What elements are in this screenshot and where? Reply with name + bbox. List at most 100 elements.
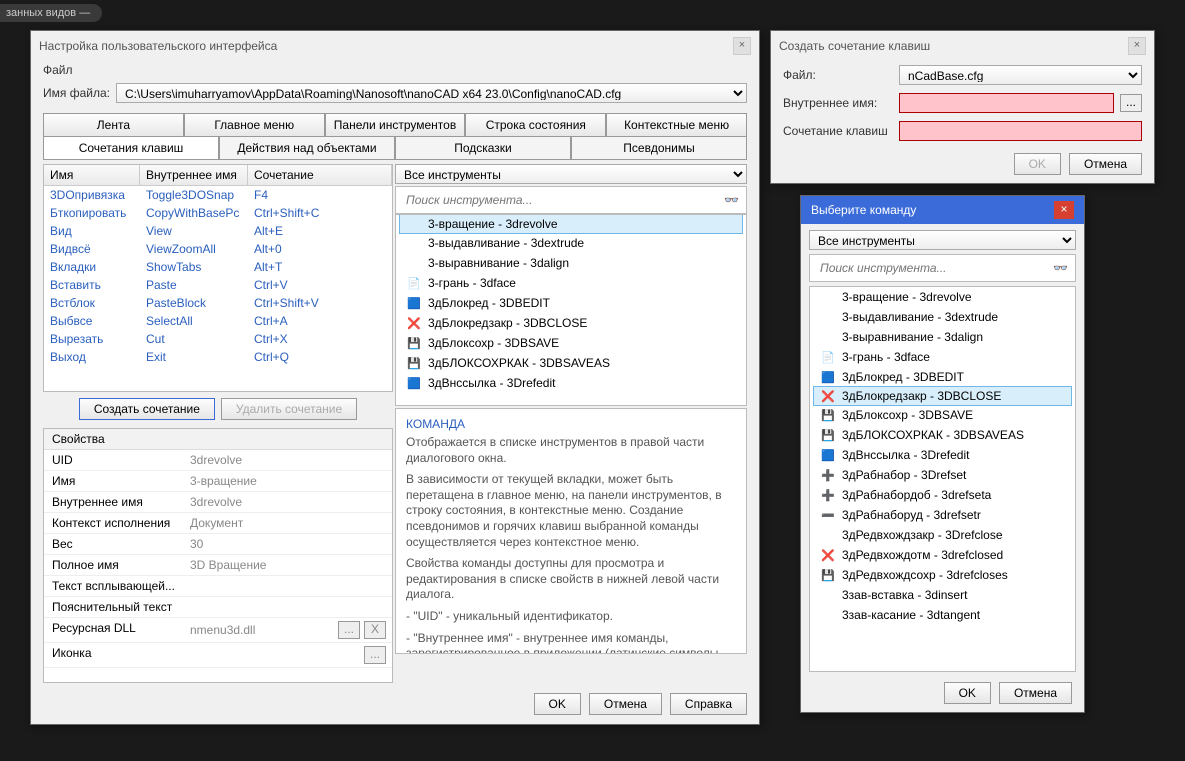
tool-search-input[interactable] [402,190,718,210]
tool-item[interactable]: 3-вращение - 3drevolve [399,214,743,234]
command-item[interactable]: 3дРедвхождзакр - 3Drefclose [810,525,1075,545]
internal-name-input[interactable] [899,93,1114,113]
close-icon[interactable]: × [1128,37,1146,55]
shortcut-row[interactable]: ВырезатьCutCtrl+X [44,330,392,348]
cancel-button[interactable]: Отмена [589,693,662,715]
tool-item[interactable]: 💾3дБЛОКСОХРКАК - 3DBSAVEAS [396,353,746,373]
property-row[interactable]: Иконка... [44,643,392,668]
command-item[interactable]: 💾3дБлоксохр - 3DBSAVE [810,405,1075,425]
tab-sub[interactable]: Псевдонимы [571,137,747,160]
ok-button[interactable]: OK [944,682,991,704]
command-item[interactable]: 💾3дРедвхождсохр - 3drefcloses [810,565,1075,585]
property-row[interactable]: Текст всплывающей... [44,576,392,597]
search-icon[interactable]: 👓 [1053,261,1069,275]
property-row[interactable]: Пояснительный текст [44,597,392,618]
property-row[interactable]: Контекст исполненияДокумент [44,513,392,534]
tab-main[interactable]: Строка состояния [465,113,606,137]
command-item[interactable]: 📄3-грань - 3dface [810,347,1075,367]
tab-main[interactable]: Панели инструментов [325,113,466,137]
command-list[interactable]: 3-вращение - 3drevolve3-выдавливание - 3… [809,286,1076,672]
browse-button[interactable]: ... [364,646,386,664]
tool-item[interactable]: ❌3дБлокредзакр - 3DBCLOSE [396,313,746,333]
tool-list[interactable]: 3-вращение - 3drevolve3-выдавливание - 3… [395,214,747,406]
property-row[interactable]: Вес30 [44,534,392,555]
create-shortcut-button[interactable]: Создать сочетание [79,398,215,420]
shortcut-row[interactable]: 3DОпривязкаToggle3DOSnapF4 [44,186,392,204]
shortcut-row[interactable]: БткопироватьCopyWithBasePcCtrl+Shift+C [44,204,392,222]
tool-item[interactable]: 🟦3дВнссылка - 3Drefedit [396,373,746,393]
shortcut-row[interactable]: ВставитьPasteCtrl+V [44,276,392,294]
tab-sub[interactable]: Подсказки [395,137,571,160]
tab-main[interactable]: Контекстные меню [606,113,747,137]
file-select[interactable]: C:\Users\imuharryamov\AppData\Roaming\Na… [116,83,747,103]
browse-button[interactable]: ... [1120,94,1142,112]
menu-file[interactable]: Файл [43,63,73,77]
command-item[interactable]: ➖3дРабнаборуд - 3drefsetr [810,505,1075,525]
command-item[interactable]: ➕3дРабнабор - 3Drefset [810,465,1075,485]
close-icon[interactable]: × [1054,201,1074,219]
cancel-button[interactable]: Отмена [1069,153,1142,175]
tool-category-select[interactable]: Все инструменты [395,164,747,184]
property-row[interactable]: Внутреннее имя3drevolve [44,492,392,513]
category-select[interactable]: Все инструменты [809,230,1076,250]
tab-sub[interactable]: Сочетания клавиш [43,137,219,160]
command-item[interactable]: 3-выравнивание - 3dalign [810,327,1075,347]
property-row[interactable]: Полное имя3D Вращение [44,555,392,576]
command-item[interactable]: 💾3дБЛОКСОХРКАК - 3DBSAVEAS [810,425,1075,445]
command-item[interactable]: 3-вращение - 3drevolve [810,287,1075,307]
tool-item[interactable]: 🟦3дБлокред - 3DBEDIT [396,293,746,313]
search-icon[interactable]: 👓 [724,193,740,207]
select-command-dialog: Выберите команду × Все инструменты 👓 3-в… [800,195,1085,713]
cancel-button[interactable]: Отмена [999,682,1072,704]
delete-shortcut-button: Удалить сочетание [221,398,357,420]
file-select[interactable]: nCadBase.cfg [899,65,1142,85]
command-item[interactable]: 3-выдавливание - 3dextrude [810,307,1075,327]
shortcut-row[interactable]: ВидвсёViewZoomAllAlt+0 [44,240,392,258]
command-icon [820,309,836,325]
properties-header: Свойства [44,429,392,450]
command-icon [820,607,836,623]
command-icon: 🟦 [820,447,836,463]
command-item[interactable]: ❌3дБлокредзакр - 3DBCLOSE [813,386,1072,406]
tool-icon: 💾 [406,335,422,351]
command-item[interactable]: 🟦3дБлокред - 3DBEDIT [810,367,1075,387]
shortcut-row[interactable]: ВкладкиShowTabsAlt+T [44,258,392,276]
tab-main[interactable]: Лента [43,113,184,137]
col-name[interactable]: Имя [44,165,140,185]
cui-dialog: Настройка пользовательского интерфейса ×… [30,30,760,725]
clear-button[interactable]: X [364,621,386,639]
close-icon[interactable]: × [733,37,751,55]
shortcut-input[interactable] [899,121,1142,141]
property-row[interactable]: UID3drevolve [44,450,392,471]
tool-item[interactable]: 📄3-грань - 3dface [396,273,746,293]
col-internal[interactable]: Внутреннее имя [140,165,248,185]
command-item[interactable]: ➕3дРабнабордоб - 3drefseta [810,485,1075,505]
ok-button[interactable]: OK [534,693,581,715]
tab-main[interactable]: Главное меню [184,113,325,137]
tool-item[interactable]: 3-выдавливание - 3dextrude [396,233,746,253]
command-item[interactable]: 3зав-вставка - 3dinsert [810,585,1075,605]
shortcut-list[interactable]: 3DОпривязкаToggle3DOSnapF4БткопироватьCo… [44,186,392,391]
shortcut-row[interactable]: ВидViewAlt+E [44,222,392,240]
command-icon: ➕ [820,467,836,483]
title-text: Создать сочетание клавиш [779,39,930,53]
browse-button[interactable]: ... [338,621,360,639]
command-item[interactable]: 🟦3дВнссылка - 3Drefedit [810,445,1075,465]
create-hotkey-dialog: Создать сочетание клавиш × Файл: nCadBas… [770,30,1155,184]
shortcut-row[interactable]: ВыбвсеSelectAllCtrl+A [44,312,392,330]
tool-item[interactable]: 3-выравнивание - 3dalign [396,253,746,273]
command-search-input[interactable] [816,258,1047,278]
shortcut-row[interactable]: ВыходExitCtrl+Q [44,348,392,366]
property-row[interactable]: Ресурсная DLLnmenu3d.dll...X [44,618,392,643]
command-item[interactable]: 3зав-касание - 3dtangent [810,605,1075,625]
col-shortcut[interactable]: Сочетание [248,165,392,185]
shortcut-row[interactable]: ВстблокPasteBlockCtrl+Shift+V [44,294,392,312]
tool-icon: 📄 [406,275,422,291]
tab-sub[interactable]: Действия над объектами [219,137,395,160]
command-search[interactable]: 👓 [809,254,1076,282]
tool-item[interactable]: 💾3дБлоксохр - 3DBSAVE [396,333,746,353]
tool-search[interactable]: 👓 [395,186,747,214]
command-item[interactable]: ❌3дРедвхождотм - 3drefclosed [810,545,1075,565]
property-row[interactable]: Имя3-вращение [44,471,392,492]
help-button[interactable]: Справка [670,693,747,715]
